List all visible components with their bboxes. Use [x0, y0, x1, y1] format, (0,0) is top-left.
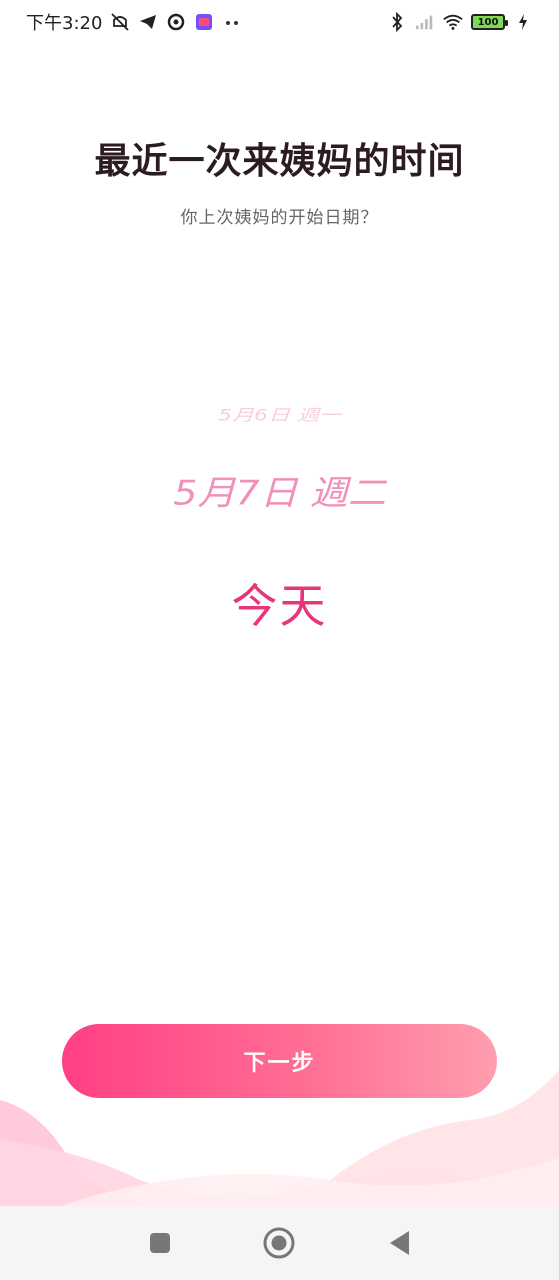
date-picker[interactable]: 5月6日 週一 5月7日 週二 今天	[0, 380, 559, 660]
signal-icon	[415, 12, 435, 32]
more-dots-icon	[222, 12, 242, 32]
sync-icon	[166, 12, 186, 32]
picker-item[interactable]: 5月7日 週二	[0, 465, 559, 515]
wifi-icon	[443, 12, 463, 32]
status-time: 下午3:20	[26, 13, 103, 34]
status-bar-left: 下午3:20	[26, 9, 242, 35]
home-icon	[263, 1227, 295, 1259]
screen: 下午3:20 100 最近一次来姨妈的时间 你上次姨妈的开始日期？ 5月6日 週…	[0, 0, 559, 1280]
status-bar-right: 100	[387, 12, 533, 32]
picker-item[interactable]: 5月6日 週一	[0, 402, 559, 425]
page-subtitle: 你上次姨妈的开始日期？	[180, 208, 379, 228]
back-button[interactable]	[379, 1223, 419, 1263]
mute-icon	[110, 12, 130, 32]
navigation-bar	[0, 1206, 559, 1280]
telegram-icon	[138, 12, 158, 32]
recent-apps-button[interactable]	[140, 1223, 180, 1263]
charging-icon	[513, 12, 533, 32]
picker-item-selected[interactable]: 今天	[0, 570, 559, 636]
battery-icon: 100	[471, 14, 508, 30]
page-title: 最近一次来姨妈的时间	[94, 141, 465, 182]
bluetooth-icon	[387, 12, 407, 32]
next-button[interactable]: 下一步	[62, 1024, 497, 1098]
status-bar: 下午3:20 100	[0, 0, 559, 44]
home-button[interactable]	[259, 1223, 299, 1263]
recent-apps-icon	[149, 1233, 170, 1253]
app-icon	[194, 12, 214, 32]
back-icon	[390, 1231, 410, 1255]
